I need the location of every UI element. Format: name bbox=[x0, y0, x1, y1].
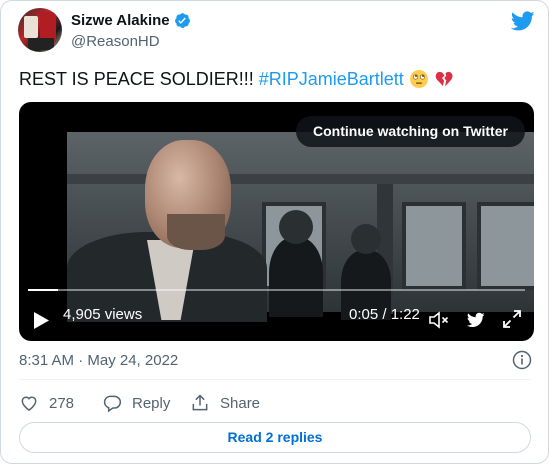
video-time: 0:05 / 1:22 bbox=[349, 306, 420, 323]
face-with-rolling-eyes-emoji bbox=[409, 70, 428, 88]
reply-button[interactable]: Reply bbox=[102, 393, 170, 413]
tweet-text: REST IS PEACE SOLDIER!!! #RIPJamieBartle… bbox=[19, 68, 454, 90]
like-count: 278 bbox=[49, 394, 75, 412]
reply-icon bbox=[103, 395, 122, 413]
video-frame bbox=[67, 132, 534, 322]
video-progress-fill bbox=[28, 289, 59, 291]
tweet-body-text: REST IS PEACE SOLDIER!!! bbox=[19, 69, 259, 89]
heart-icon bbox=[21, 396, 37, 411]
view-count: 4,905 views bbox=[63, 306, 143, 323]
play-icon[interactable] bbox=[34, 312, 49, 329]
broken-heart-emoji bbox=[435, 71, 453, 87]
read-replies-button[interactable]: Read 2 replies bbox=[19, 422, 531, 453]
author-handle[interactable]: @ReasonHD bbox=[71, 33, 160, 50]
expand-icon[interactable] bbox=[502, 309, 522, 329]
tweet-card: Sizwe Alakine @ReasonHD REST IS PEACE SO… bbox=[0, 0, 549, 464]
twitter-bird-icon[interactable] bbox=[466, 311, 486, 329]
video-player[interactable]: Continue watching on Twitter 4,905 views… bbox=[19, 102, 534, 341]
reply-label: Reply bbox=[132, 394, 171, 412]
hashtag-link[interactable]: #RIPJamieBartlett bbox=[259, 69, 404, 89]
author-display-name[interactable]: Sizwe Alakine bbox=[71, 12, 170, 29]
video-progress-bar[interactable] bbox=[28, 289, 525, 291]
share-icon bbox=[192, 394, 208, 411]
twitter-bird-icon[interactable] bbox=[511, 9, 535, 33]
verified-badge-icon bbox=[174, 13, 190, 28]
author-name-row[interactable]: Sizwe Alakine bbox=[71, 12, 191, 29]
continue-watching-button[interactable]: Continue watching on Twitter bbox=[296, 116, 525, 147]
share-label: Share bbox=[220, 394, 261, 412]
info-icon[interactable] bbox=[512, 350, 532, 370]
volume-icon[interactable] bbox=[428, 310, 450, 330]
share-button[interactable]: Share bbox=[190, 393, 260, 413]
avatar[interactable] bbox=[18, 8, 62, 52]
divider bbox=[19, 379, 531, 380]
tweet-timestamp[interactable]: 8:31 AM · May 24, 2022 bbox=[19, 352, 178, 369]
like-button[interactable]: 278 bbox=[19, 393, 74, 413]
